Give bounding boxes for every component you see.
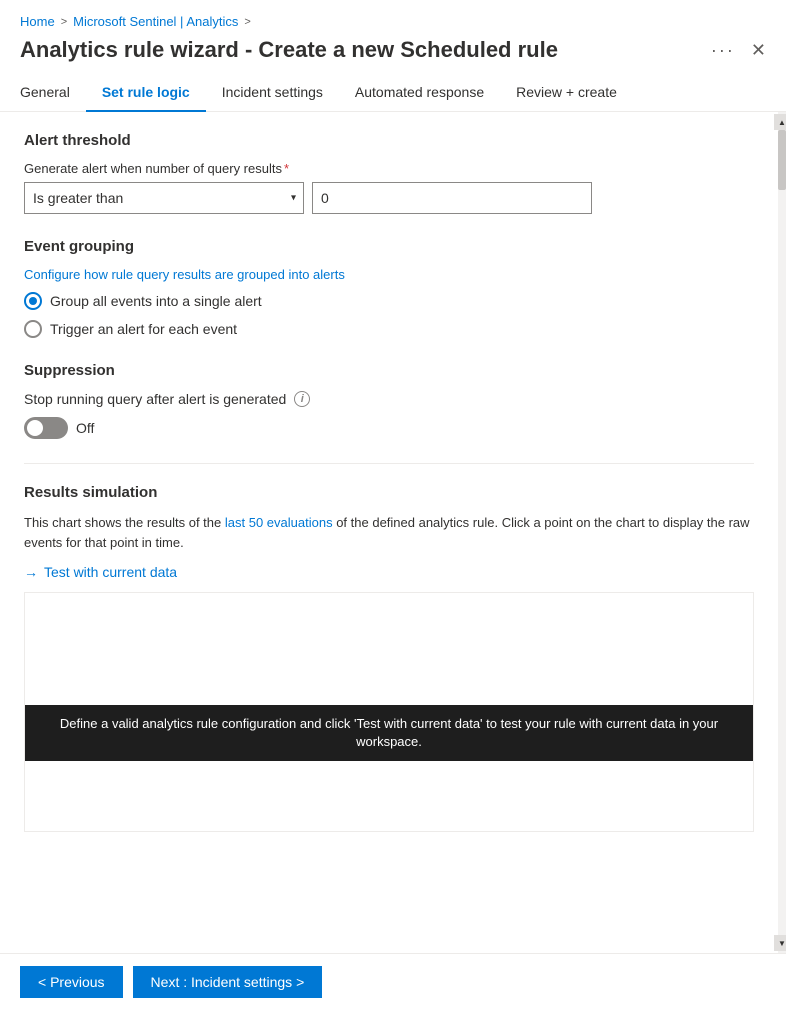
footer-bar: < Previous Next : Incident settings > — [0, 953, 786, 1010]
threshold-dropdown-wrapper: Is greater than Is less than Is equal to… — [24, 182, 304, 214]
suppression-toggle[interactable] — [24, 417, 68, 439]
event-grouping-title: Event grouping — [24, 238, 754, 255]
threshold-dropdown[interactable]: Is greater than Is less than Is equal to… — [24, 182, 304, 214]
content-wrapper: Alert threshold Generate alert when numb… — [0, 112, 786, 953]
required-star: * — [284, 161, 289, 176]
close-button[interactable]: ✕ — [751, 40, 766, 61]
radio-group: Group all events into a single alert Tri… — [24, 292, 754, 338]
suppression-label: Stop running query after alert is genera… — [24, 391, 286, 407]
scrollbar-thumb-area — [778, 130, 786, 935]
tabs-bar: General Set rule logic Incident settings… — [0, 75, 786, 112]
simulation-highlight: last 50 evaluations — [225, 515, 333, 530]
test-link-label: Test with current data — [44, 564, 177, 580]
test-with-current-data-link[interactable]: → Test with current data — [24, 564, 754, 580]
section-divider — [24, 463, 754, 464]
toggle-row: Off — [24, 417, 754, 439]
page-container: Home > Microsoft Sentinel | Analytics > … — [0, 0, 786, 1010]
breadcrumb-home[interactable]: Home — [20, 14, 55, 29]
scrollbar-track: ▲ ▼ — [778, 112, 786, 953]
alert-threshold-section: Alert threshold Generate alert when numb… — [24, 132, 754, 214]
info-icon[interactable]: i — [294, 391, 310, 407]
tab-general[interactable]: General — [20, 76, 86, 112]
tab-automated-response[interactable]: Automated response — [339, 76, 500, 112]
breadcrumb-sep2: > — [244, 16, 250, 28]
suppression-title: Suppression — [24, 362, 754, 379]
breadcrumb-sentinel[interactable]: Microsoft Sentinel | Analytics — [73, 14, 238, 29]
threshold-number-input[interactable] — [312, 182, 592, 214]
page-title: Analytics rule wizard - Create a new Sch… — [20, 37, 711, 63]
page-title-row: Analytics rule wizard - Create a new Sch… — [0, 33, 786, 75]
results-simulation-title: Results simulation — [24, 484, 754, 501]
radio-circle-group-all[interactable] — [24, 292, 42, 310]
chart-lower-area — [25, 761, 753, 831]
scrollbar-up-button[interactable]: ▲ — [774, 114, 786, 130]
results-simulation-section: Results simulation This chart shows the … — [24, 484, 754, 832]
radio-trigger-each[interactable]: Trigger an alert for each event — [24, 320, 754, 338]
tab-review-create[interactable]: Review + create — [500, 76, 633, 112]
event-grouping-section: Event grouping Configure how rule query … — [24, 238, 754, 338]
arrow-right-icon: → — [24, 564, 38, 580]
event-grouping-info: Configure how rule query results are gro… — [24, 267, 754, 282]
previous-button[interactable]: < Previous — [20, 966, 123, 998]
radio-label-trigger-each: Trigger an alert for each event — [50, 321, 237, 337]
suppression-section: Suppression Stop running query after ale… — [24, 362, 754, 439]
chart-upper-area — [25, 593, 753, 705]
scrollbar-thumb[interactable] — [778, 130, 786, 190]
simulation-description: This chart shows the results of the last… — [24, 513, 754, 552]
title-ellipsis-button[interactable]: ··· — [711, 40, 735, 61]
breadcrumb-sep1: > — [61, 16, 67, 28]
next-button[interactable]: Next : Incident settings > — [133, 966, 323, 998]
breadcrumb: Home > Microsoft Sentinel | Analytics > — [0, 0, 786, 33]
radio-inner-group-all — [29, 297, 37, 305]
tab-incident-settings[interactable]: Incident settings — [206, 76, 339, 112]
alert-threshold-title: Alert threshold — [24, 132, 754, 149]
radio-circle-trigger-each[interactable] — [24, 320, 42, 338]
radio-group-all[interactable]: Group all events into a single alert — [24, 292, 754, 310]
tab-set-rule-logic[interactable]: Set rule logic — [86, 76, 206, 112]
main-content: Alert threshold Generate alert when numb… — [0, 112, 778, 953]
suppression-row: Stop running query after alert is genera… — [24, 391, 754, 407]
alert-threshold-field-label: Generate alert when number of query resu… — [24, 161, 754, 176]
toggle-label: Off — [76, 420, 94, 436]
chart-message-bar: Define a valid analytics rule configurat… — [25, 705, 753, 761]
title-actions: ··· ✕ — [711, 40, 766, 61]
threshold-row: Is greater than Is less than Is equal to… — [24, 182, 754, 214]
radio-label-group-all: Group all events into a single alert — [50, 293, 262, 309]
scrollbar-down-button[interactable]: ▼ — [774, 935, 786, 951]
chart-container: Define a valid analytics rule configurat… — [24, 592, 754, 832]
toggle-knob — [27, 420, 43, 436]
